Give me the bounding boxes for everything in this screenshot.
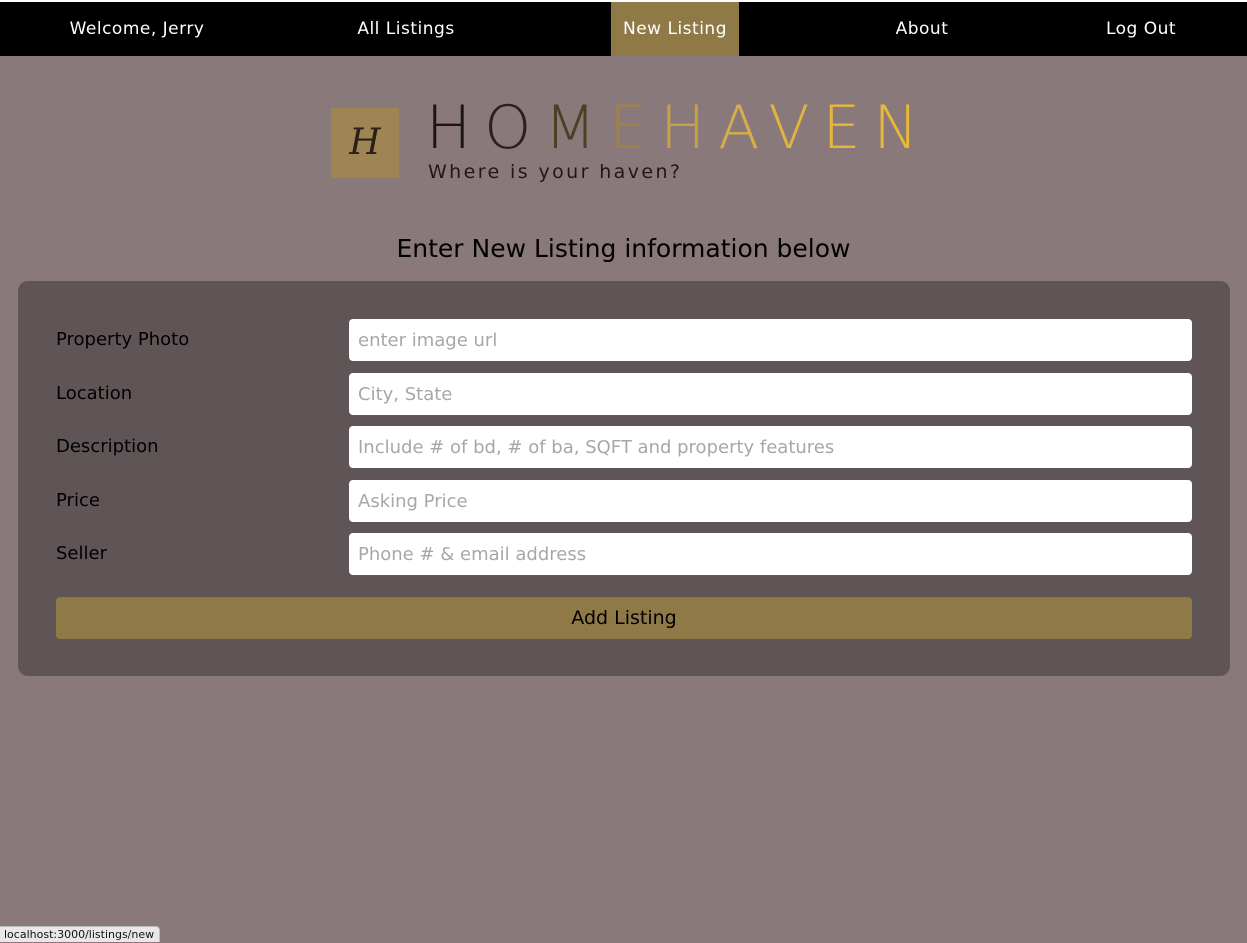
nav-log-out[interactable]: Log Out	[1094, 2, 1188, 56]
nav-all-listings[interactable]: All Listings	[340, 2, 472, 56]
top-navbar: Welcome, Jerry All Listings New Listing …	[0, 2, 1247, 56]
description-label: Description	[56, 436, 159, 457]
location-label: Location	[56, 383, 133, 404]
nav-welcome-user[interactable]: Welcome, Jerry	[56, 2, 218, 56]
brand-letter: A	[718, 93, 769, 163]
field-row-description: Description	[56, 426, 1192, 468]
field-row-property-photo: Property Photo	[56, 319, 1192, 361]
brand-letter: V	[768, 93, 823, 163]
homehaven-logo: H HOMEHAVEN Where is your haven?	[330, 95, 930, 190]
browser-status-url: localhost:3000/listings/new	[0, 926, 161, 942]
seller-label: Seller	[56, 543, 107, 564]
brand-letter: E	[609, 93, 661, 163]
property-photo-label: Property Photo	[56, 329, 190, 350]
brand-letter: M	[544, 93, 610, 163]
price-label: Price	[56, 490, 100, 511]
property-photo-input[interactable]	[349, 319, 1192, 361]
field-row-seller: Seller	[56, 533, 1192, 575]
logo-badge: H	[331, 108, 399, 178]
field-row-location: Location	[56, 373, 1192, 415]
add-listing-button[interactable]: Add Listing	[56, 597, 1192, 639]
nav-new-listing[interactable]: New Listing	[611, 2, 739, 56]
brand-letter: E	[822, 93, 874, 163]
brand-letter: H	[426, 93, 485, 163]
description-input[interactable]	[349, 426, 1192, 468]
brand-tagline: Where is your haven?	[428, 161, 683, 183]
field-row-price: Price	[56, 480, 1192, 522]
logo-badge-letter: H	[349, 122, 381, 163]
location-input[interactable]	[349, 373, 1192, 415]
brand-letter: O	[484, 93, 545, 163]
brand-wordmark: HOMEHAVEN	[426, 95, 936, 161]
new-listing-form: Property Photo Location Description Pric…	[18, 281, 1230, 676]
nav-about[interactable]: About	[880, 2, 964, 56]
brand-letter: H	[660, 93, 719, 163]
page-heading: Enter New Listing information below	[396, 234, 851, 263]
price-input[interactable]	[349, 480, 1192, 522]
seller-input[interactable]	[349, 533, 1192, 575]
brand-letter: N	[873, 93, 932, 163]
